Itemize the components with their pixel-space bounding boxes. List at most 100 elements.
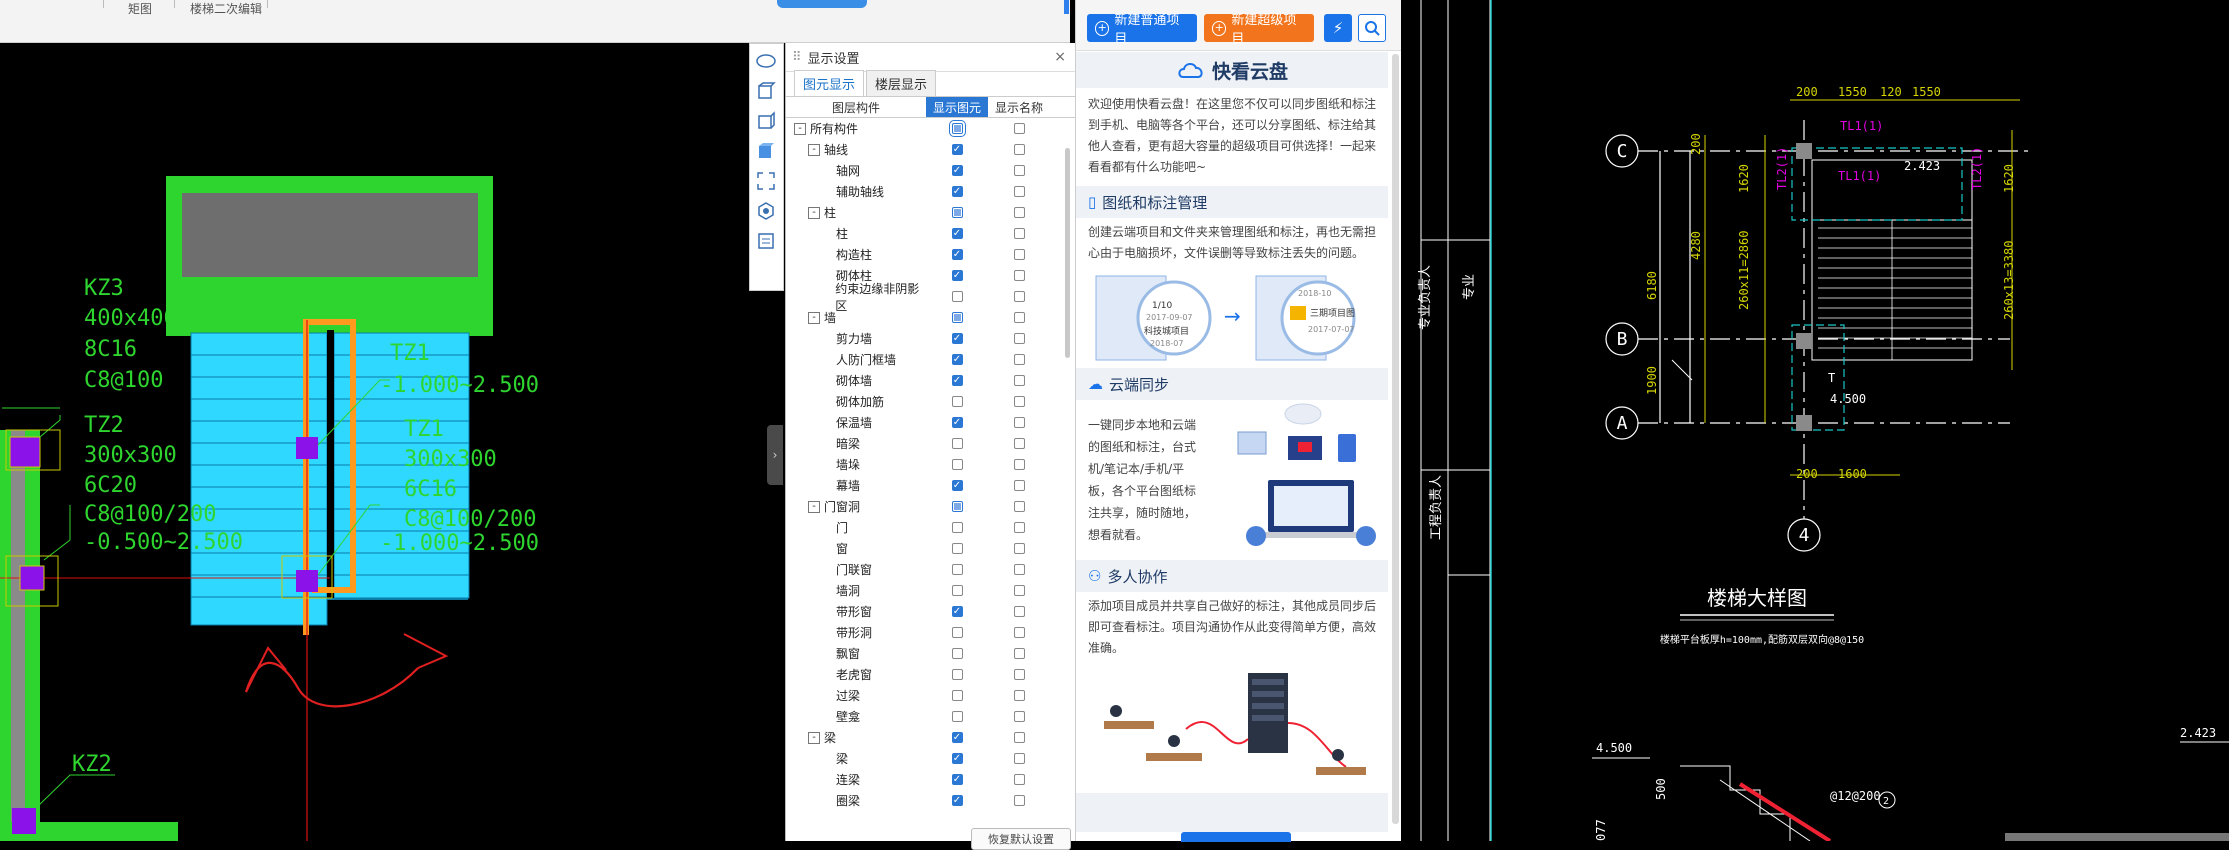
- show-name-checkbox[interactable]: [1013, 417, 1025, 428]
- show-element-checkbox[interactable]: [951, 690, 963, 701]
- show-element-checkbox[interactable]: [951, 144, 963, 155]
- show-element-checkbox[interactable]: [951, 648, 963, 659]
- show-name-checkbox[interactable]: [1013, 144, 1025, 155]
- show-element-checkbox[interactable]: [951, 291, 963, 302]
- layer-row[interactable]: 构造柱: [786, 244, 1076, 265]
- column-tz1b[interactable]: [296, 570, 318, 592]
- cad-canvas-left[interactable]: KZ3 400x400 8C16 C8@100 TZ2 300x300 6C20…: [0, 43, 785, 842]
- show-name-checkbox[interactable]: [1013, 186, 1025, 197]
- show-name-checkbox[interactable]: [1013, 291, 1025, 302]
- layer-row[interactable]: 墙洞: [786, 580, 1076, 601]
- show-name-checkbox[interactable]: [1013, 669, 1025, 680]
- layer-row[interactable]: 轴网: [786, 160, 1076, 181]
- show-name-checkbox[interactable]: [1013, 312, 1025, 323]
- show-name-checkbox[interactable]: [1013, 711, 1025, 722]
- show-element-checkbox[interactable]: [951, 564, 963, 575]
- show-name-checkbox[interactable]: [1013, 228, 1025, 239]
- show-element-checkbox[interactable]: [951, 459, 963, 470]
- show-name-checkbox[interactable]: [1013, 627, 1025, 638]
- layer-row[interactable]: 柱: [786, 223, 1076, 244]
- toolbar-item[interactable]: 矩图: [128, 0, 152, 17]
- show-name-checkbox[interactable]: [1013, 123, 1025, 134]
- tab-floor-display[interactable]: 楼层显示: [866, 70, 937, 96]
- show-element-checkbox[interactable]: [951, 396, 963, 407]
- layer-row[interactable]: 门: [786, 517, 1076, 538]
- col-show-name[interactable]: 显示名称: [988, 97, 1050, 117]
- column-tz2b[interactable]: [19, 565, 45, 591]
- layer-row[interactable]: - 门窗洞: [786, 496, 1076, 517]
- scrollbar[interactable]: [1392, 54, 1399, 824]
- show-element-checkbox[interactable]: [951, 585, 963, 596]
- show-element-checkbox[interactable]: [951, 312, 963, 323]
- layer-row[interactable]: 门联窗: [786, 559, 1076, 580]
- show-name-checkbox[interactable]: [1013, 249, 1025, 260]
- 3d-view-icon[interactable]: [755, 80, 777, 102]
- layer-row[interactable]: 辅助轴线: [786, 181, 1076, 202]
- fit-view-icon[interactable]: [755, 170, 777, 192]
- col-show-element[interactable]: 显示图元: [926, 97, 988, 117]
- layer-row[interactable]: 墙垛: [786, 454, 1076, 475]
- show-name-checkbox[interactable]: [1013, 501, 1025, 512]
- show-element-checkbox[interactable]: [951, 165, 963, 176]
- layer-row[interactable]: 砌体墙: [786, 370, 1076, 391]
- layer-row[interactable]: 人防门框墙: [786, 349, 1076, 370]
- expand-toggle-icon[interactable]: -: [808, 143, 820, 156]
- layer-row[interactable]: - 轴线: [786, 139, 1076, 160]
- layer-row[interactable]: 过梁: [786, 685, 1076, 706]
- show-element-checkbox[interactable]: [951, 207, 963, 218]
- show-name-checkbox[interactable]: [1013, 732, 1025, 743]
- show-element-checkbox[interactable]: [951, 774, 963, 785]
- show-element-checkbox[interactable]: [951, 375, 963, 386]
- show-name-checkbox[interactable]: [1013, 648, 1025, 659]
- show-name-checkbox[interactable]: [1013, 543, 1025, 554]
- show-name-checkbox[interactable]: [1013, 165, 1025, 176]
- show-element-checkbox[interactable]: [951, 270, 963, 281]
- sphere-icon[interactable]: [755, 50, 777, 72]
- show-element-checkbox[interactable]: [951, 711, 963, 722]
- show-element-checkbox[interactable]: [951, 186, 963, 197]
- expand-toggle-icon[interactable]: -: [794, 122, 806, 135]
- show-name-checkbox[interactable]: [1013, 354, 1025, 365]
- new-super-project-button[interactable]: + 新建超级项目: [1204, 13, 1314, 47]
- layer-row[interactable]: 幕墙: [786, 475, 1076, 496]
- layer-row[interactable]: -梁: [786, 727, 1076, 748]
- settings-list-icon[interactable]: [755, 230, 777, 252]
- layer-row[interactable]: 保温墙: [786, 412, 1076, 433]
- layer-row[interactable]: 连梁: [786, 769, 1076, 790]
- search-icon[interactable]: [1358, 14, 1386, 42]
- cad-canvas-right[interactable]: 专业负责人 专业 工程负责人 C B A 4 200 1550 120 1550…: [1401, 0, 2229, 843]
- expand-toggle-icon[interactable]: -: [808, 731, 820, 744]
- show-element-checkbox[interactable]: [951, 480, 963, 491]
- restore-default-button[interactable]: 恢复默认设置: [971, 828, 1071, 850]
- layer-row[interactable]: 带形窗: [786, 601, 1076, 622]
- show-name-checkbox[interactable]: [1013, 438, 1025, 449]
- layer-row[interactable]: 砌体加筋: [786, 391, 1076, 412]
- solid-box-icon[interactable]: [755, 140, 777, 162]
- layer-row[interactable]: 飘窗: [786, 643, 1076, 664]
- show-name-checkbox[interactable]: [1013, 585, 1025, 596]
- show-name-checkbox[interactable]: [1013, 207, 1025, 218]
- show-element-checkbox[interactable]: [951, 333, 963, 344]
- layer-row[interactable]: 老虎窗: [786, 664, 1076, 685]
- show-element-checkbox[interactable]: [951, 627, 963, 638]
- show-name-checkbox[interactable]: [1013, 564, 1025, 575]
- drag-handle-icon[interactable]: ⠿: [792, 50, 801, 65]
- show-name-checkbox[interactable]: [1013, 795, 1025, 806]
- show-element-checkbox[interactable]: [951, 795, 963, 806]
- show-element-checkbox[interactable]: [951, 501, 963, 512]
- show-element-checkbox[interactable]: [951, 753, 963, 764]
- layer-row[interactable]: 约束边缘非阴影区: [786, 282, 1076, 313]
- show-name-checkbox[interactable]: [1013, 690, 1025, 701]
- layer-row[interactable]: -柱: [786, 202, 1076, 223]
- show-name-checkbox[interactable]: [1013, 753, 1025, 764]
- show-element-checkbox[interactable]: [951, 438, 963, 449]
- layer-row[interactable]: 暗梁: [786, 433, 1076, 454]
- new-normal-project-button[interactable]: + 新建普通项目: [1087, 13, 1197, 47]
- scrollbar[interactable]: [1065, 148, 1070, 358]
- show-element-checkbox[interactable]: [951, 732, 963, 743]
- sync-icon[interactable]: ⚡: [1324, 14, 1352, 42]
- column-kz2[interactable]: [12, 808, 36, 834]
- layer-row[interactable]: 剪力墙: [786, 328, 1076, 349]
- layer-row[interactable]: 窗: [786, 538, 1076, 559]
- show-name-checkbox[interactable]: [1013, 375, 1025, 386]
